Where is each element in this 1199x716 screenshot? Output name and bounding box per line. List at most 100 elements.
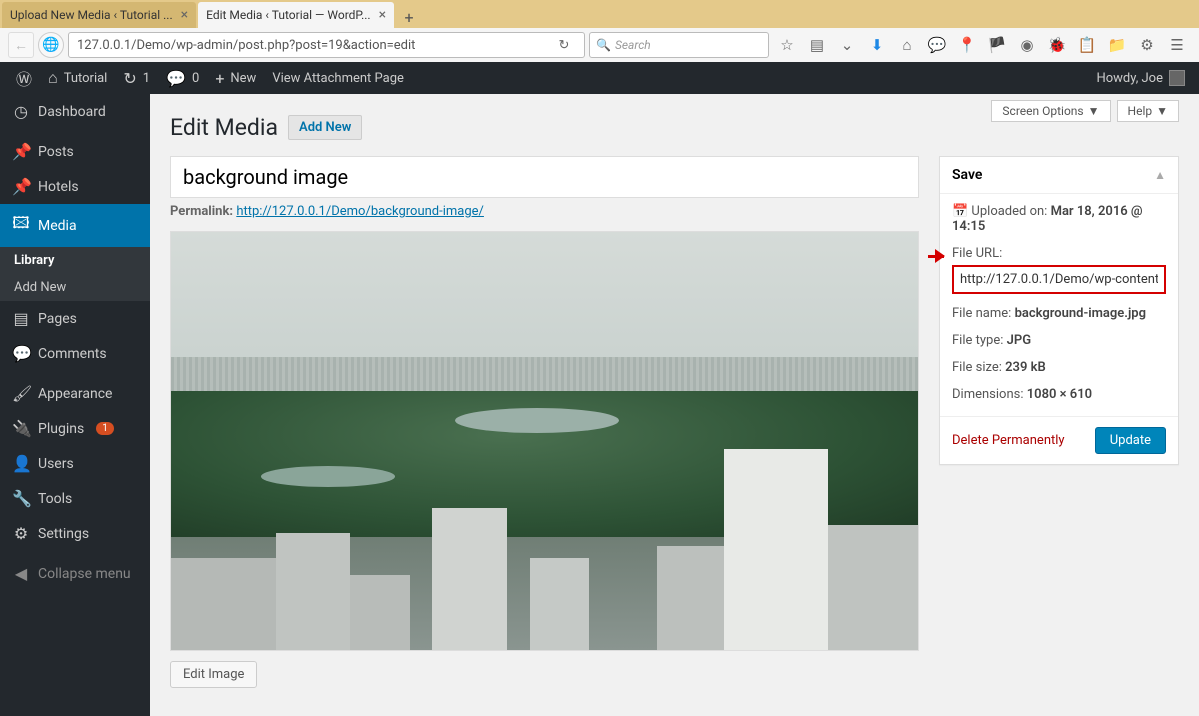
comments-link[interactable]: 💬0 xyxy=(158,62,207,94)
sidebar-item-posts[interactable]: 📌Posts xyxy=(0,134,150,169)
dashboard-icon: ◷ xyxy=(12,102,30,121)
download-icon[interactable]: ⬇ xyxy=(869,37,885,53)
content-area: Screen Options▼ Help▼ Edit Media Add New… xyxy=(150,94,1199,716)
calendar-icon: 📅 xyxy=(952,204,968,219)
nav-bar: ← 🌐 ↻ 🔍 Search ☆ ▤ ⌄ ⬇ ⌂ 💬 📍 🏴 ◉ 🐞 📋 📁 ⚙… xyxy=(0,28,1199,62)
browser-tab-inactive[interactable]: Upload New Media ‹ Tutorial ... × xyxy=(2,2,196,28)
sidebar-item-hotels[interactable]: 📌Hotels xyxy=(0,169,150,204)
site-name: Tutorial xyxy=(64,71,108,86)
updates-link[interactable]: ↻1 xyxy=(115,62,158,94)
fileurl-label: File URL: xyxy=(952,246,1166,261)
list-icon[interactable]: ▤ xyxy=(809,37,825,53)
dimensions-value: 1080 × 610 xyxy=(1027,387,1092,402)
filesize-row: File size: 239 kB xyxy=(952,360,1166,375)
btn-label: Help xyxy=(1128,104,1153,118)
dimensions-row: Dimensions: 1080 × 610 xyxy=(952,387,1166,402)
wp-logo[interactable]: Ⓦ xyxy=(8,62,40,94)
new-tab-button[interactable]: + xyxy=(396,6,422,28)
sidebar-label: Tools xyxy=(38,491,72,507)
sliders-icon: ⚙ xyxy=(12,524,30,543)
url-input[interactable] xyxy=(77,38,552,53)
sidebar-item-dashboard[interactable]: ◷ Dashboard xyxy=(0,94,150,129)
pocket-icon[interactable]: ⌄ xyxy=(839,37,855,53)
sidebar-item-plugins[interactable]: 🔌Plugins1 xyxy=(0,411,150,446)
tab-bar: Upload New Media ‹ Tutorial ... × Edit M… xyxy=(0,0,1199,28)
search-bar[interactable]: 🔍 Search xyxy=(589,32,769,58)
update-button[interactable]: Update xyxy=(1095,427,1166,454)
sidebar-label: Dashboard xyxy=(38,104,106,120)
sidebar-item-comments[interactable]: 💬Comments xyxy=(0,336,150,371)
circle-icon[interactable]: ◉ xyxy=(1019,37,1035,53)
sidebar-item-settings[interactable]: ⚙ Settings xyxy=(0,516,150,551)
globe-icon[interactable]: 🌐 xyxy=(38,32,64,58)
filetype-row: File type: JPG xyxy=(952,333,1166,348)
toolbar-icons: ☆ ▤ ⌄ ⬇ ⌂ 💬 📍 🏴 ◉ 🐞 📋 📁 ⚙ ☰ xyxy=(773,37,1191,53)
gear-icon[interactable]: ⚙ xyxy=(1139,37,1155,53)
toggle-icon[interactable]: ▲ xyxy=(1154,168,1166,182)
fileurl-input[interactable] xyxy=(952,265,1166,294)
filesize-value: 239 kB xyxy=(1005,360,1046,375)
top-buttons: Screen Options ▼ Help▼ xyxy=(991,100,1179,122)
view-attachment-link[interactable]: View Attachment Page xyxy=(264,62,412,94)
adminbar-left: Ⓦ ⌂Tutorial ↻1 💬0 +New View Attachment P… xyxy=(8,62,412,94)
comments-count: 0 xyxy=(192,71,199,86)
howdy-link[interactable]: Howdy, Joe xyxy=(1096,70,1191,86)
chat-icon[interactable]: 💬 xyxy=(929,37,945,53)
collapse-icon: ◀ xyxy=(12,564,30,583)
postbox-body: 📅 Uploaded on: Mar 18, 2016 @ 14:15 File… xyxy=(940,194,1178,416)
search-icon: 🔍 xyxy=(596,38,611,52)
submenu-library[interactable]: Library xyxy=(0,247,150,274)
avatar xyxy=(1169,70,1185,86)
sidebar-label: Settings xyxy=(38,526,89,542)
close-icon[interactable]: × xyxy=(181,7,188,23)
sidebar-label: Posts xyxy=(38,144,74,160)
help-button[interactable]: Help▼ xyxy=(1117,100,1179,122)
postbox-footer: Delete Permanently Update xyxy=(940,416,1178,464)
folder-icon[interactable]: 📁 xyxy=(1109,37,1125,53)
plus-icon: + xyxy=(215,69,224,88)
page-icon: ▤ xyxy=(12,309,30,328)
wp-body: ◷ Dashboard 📌Posts 📌Hotels 🖾Media Library… xyxy=(0,94,1199,716)
media-preview xyxy=(170,231,919,651)
sidebar-item-appearance[interactable]: 🖌Appearance xyxy=(0,376,150,411)
site-link[interactable]: ⌂Tutorial xyxy=(40,62,115,94)
pin-icon[interactable]: 📍 xyxy=(959,37,975,53)
media-submenu: Library Add New xyxy=(0,247,150,301)
edit-image-button[interactable]: Edit Image xyxy=(170,661,257,688)
browser-chrome: Upload New Media ‹ Tutorial ... × Edit M… xyxy=(0,0,1199,62)
back-button[interactable]: ← xyxy=(8,32,34,58)
btn-label: Screen Options xyxy=(1002,104,1083,118)
sidebar-item-users[interactable]: 👤Users xyxy=(0,446,150,481)
submenu-addnew[interactable]: Add New xyxy=(0,274,150,301)
star-icon[interactable]: ☆ xyxy=(779,37,795,53)
plugins-badge: 1 xyxy=(96,422,114,435)
sidebar-label: Hotels xyxy=(38,179,79,195)
plug-icon: 🔌 xyxy=(12,419,30,438)
browser-tab-active[interactable]: Edit Media ‹ Tutorial — WordP... × xyxy=(198,2,394,28)
home-icon[interactable]: ⌂ xyxy=(899,37,915,53)
title-input[interactable] xyxy=(170,156,919,198)
reload-icon[interactable]: ↻ xyxy=(552,38,576,53)
sidebar-item-media[interactable]: 🖾Media xyxy=(0,204,150,247)
flag-icon[interactable]: 🏴 xyxy=(989,37,1005,53)
chevron-down-icon: ▼ xyxy=(1088,104,1100,118)
filetype-value: JPG xyxy=(1007,333,1031,348)
note-icon[interactable]: 📋 xyxy=(1079,37,1095,53)
sidebar-item-pages[interactable]: ▤Pages xyxy=(0,301,150,336)
new-link[interactable]: +New xyxy=(207,62,264,94)
permalink-link[interactable]: http://127.0.0.1/Demo/background-image/ xyxy=(236,204,484,219)
brush-icon: 🖌 xyxy=(12,384,30,403)
bug-icon[interactable]: 🐞 xyxy=(1049,37,1065,53)
delete-link[interactable]: Delete Permanently xyxy=(952,433,1065,448)
add-new-button[interactable]: Add New xyxy=(288,115,362,140)
sidebar-item-tools[interactable]: 🔧Tools xyxy=(0,481,150,516)
sidebar-label: Collapse menu xyxy=(38,566,131,582)
filetype-label: File type: xyxy=(952,333,1003,348)
close-icon[interactable]: × xyxy=(379,7,386,23)
menu-icon[interactable]: ☰ xyxy=(1169,37,1185,53)
collapse-menu[interactable]: ◀ Collapse menu xyxy=(0,556,150,591)
postbox-title: Save xyxy=(952,167,982,183)
url-bar[interactable]: ↻ xyxy=(68,32,585,58)
screen-options-button[interactable]: Screen Options ▼ xyxy=(991,100,1110,122)
sidebar-label: Media xyxy=(38,218,77,234)
